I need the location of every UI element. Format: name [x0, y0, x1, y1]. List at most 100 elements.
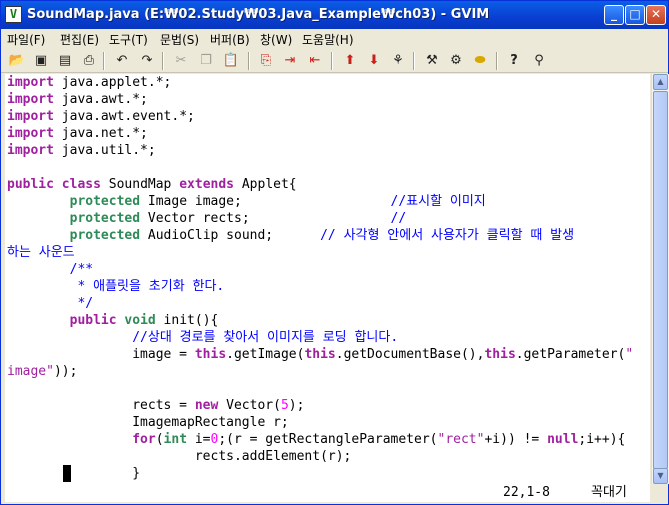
run-script-icon[interactable]: ⚘ [389, 52, 407, 70]
code-token: new [194, 398, 219, 413]
redo-icon[interactable]: ↷ [138, 52, 156, 70]
code-token: SoundMap [100, 177, 180, 192]
menu-file[interactable]: 파일(F) [7, 31, 45, 48]
copy-icon[interactable]: ❐ [197, 52, 215, 70]
code-token: +i)) != [484, 432, 548, 447]
code-token: ;(r = getRectangleParameter( [218, 432, 438, 447]
code-token: 하는 사운드 [7, 245, 75, 260]
code-token: image = [7, 347, 195, 362]
toolbar-separator [496, 52, 498, 70]
menu-edit[interactable]: 편집(E) [60, 31, 99, 48]
toolbar-separator [331, 52, 333, 70]
code-token: protected [69, 211, 141, 226]
save-all-icon[interactable]: ▤ [56, 52, 74, 70]
undo-icon[interactable]: ↶ [113, 52, 131, 70]
code-token: // [390, 211, 407, 226]
code-token: Vector rects; [140, 211, 391, 226]
code-token: )); [53, 364, 78, 379]
menu-tools[interactable]: 도구(T) [109, 31, 148, 48]
code-line: import java.applet.*; [7, 74, 171, 91]
maximize-button[interactable]: □ [625, 5, 645, 25]
scroll-down-icon[interactable]: ▼ [653, 468, 668, 484]
toolbar-separator [248, 52, 250, 70]
code-token: import [7, 92, 54, 107]
help-icon[interactable]: ? [505, 52, 523, 70]
text-editor[interactable]: import java.applet.*; import java.awt.*;… [5, 74, 650, 484]
menu-syntax[interactable]: 문법(S) [160, 31, 199, 48]
status-line: 22,1-8 꼭대기 [5, 484, 650, 502]
code-token: ;i++){ [578, 432, 626, 447]
code-token: java.net.*; [53, 126, 148, 141]
text-cursor [63, 465, 71, 482]
code-line: image = this.getImage(this.getDocumentBa… [7, 346, 633, 363]
code-line: public class SoundMap extends Applet{ [7, 176, 297, 193]
cursor-position: 22,1-8 [503, 485, 550, 500]
code-token: void [124, 313, 156, 328]
cut-icon[interactable]: ✂ [172, 52, 190, 70]
minimize-button[interactable]: _ [604, 5, 624, 25]
code-token: "rect" [437, 432, 485, 447]
code-line: import java.awt.*; [7, 91, 148, 108]
code-line: rects.addElement(r); [7, 448, 352, 465]
code-token: Image image; [140, 194, 391, 209]
code-token: ImagemapRectangle r; [7, 415, 289, 430]
menu-buffers[interactable]: 버퍼(B) [210, 31, 250, 48]
find-replace-icon[interactable]: ⎘ [257, 52, 275, 70]
scroll-up-icon[interactable]: ▲ [653, 74, 668, 90]
code-line: ImagemapRectangle r; [7, 414, 289, 431]
find-prev-icon[interactable]: ⇤ [306, 52, 324, 70]
gvim-window: V SoundMap.java (E:₩02.Study₩03.Java_Exa… [0, 0, 669, 505]
find-tag-icon[interactable]: ⬬ [471, 52, 489, 70]
code-token: extends [179, 177, 235, 192]
vertical-scrollbar[interactable]: ▲ ▼ [651, 74, 669, 484]
code-token: .getParameter( [515, 347, 626, 362]
menu-window[interactable]: 창(W) [260, 31, 292, 48]
code-token: //상대 경로를 찾아서 이미지를 로딩 합니다. [132, 330, 399, 345]
code-line: import java.awt.event.*; [7, 108, 195, 125]
menu-bar: 파일(F) 편집(E) 도구(T) 문법(S) 버퍼(B) 창(W) 도움말(H… [1, 29, 668, 49]
run-shell-icon[interactable]: ⚙ [447, 52, 465, 70]
paste-icon[interactable]: 📋 [222, 52, 240, 70]
window-title: SoundMap.java (E:₩02.Study₩03.Java_Examp… [27, 7, 490, 22]
code-token: for [132, 432, 156, 447]
title-bar[interactable]: V SoundMap.java (E:₩02.Study₩03.Java_Exa… [1, 1, 668, 29]
menu-help[interactable]: 도움말(H) [302, 31, 354, 48]
load-session-icon[interactable]: ⬆ [341, 52, 359, 70]
close-button[interactable]: ✕ [646, 5, 666, 25]
make-icon[interactable]: ⚒ [423, 52, 441, 70]
code-token: init(){ [155, 313, 219, 328]
scroll-thumb[interactable] [653, 91, 668, 469]
code-token: 5 [280, 398, 289, 413]
code-line: } [7, 465, 140, 482]
code-line: import java.net.*; [7, 125, 148, 142]
open-icon[interactable]: 📂 [8, 52, 26, 70]
vim-app-icon[interactable]: V [5, 6, 22, 23]
toolbar-separator [103, 52, 105, 70]
save-icon[interactable]: ▣ [32, 52, 50, 70]
code-token: */ [77, 296, 94, 311]
find-help-icon[interactable]: ⚲ [530, 52, 548, 70]
code-token: /** [69, 262, 94, 277]
code-token: i= [187, 432, 211, 447]
code-line: /** [7, 261, 93, 278]
save-session-icon[interactable]: ⬇ [365, 52, 383, 70]
code-token: int [163, 432, 188, 447]
code-token: this [194, 347, 227, 362]
code-token: java.util.*; [53, 143, 156, 158]
toolbar-separator [162, 52, 164, 70]
find-next-icon[interactable]: ⇥ [281, 52, 299, 70]
code-token: import [7, 109, 54, 124]
code-token: " [625, 347, 634, 362]
code-token: rects.addElement(r); [7, 449, 352, 464]
code-line: rects = new Vector(5); [7, 397, 304, 414]
print-icon[interactable]: ⎙ [80, 52, 98, 70]
code-token: } [7, 466, 141, 481]
code-token: class [61, 177, 101, 192]
code-token: protected [69, 228, 141, 243]
code-token: this [484, 347, 516, 362]
